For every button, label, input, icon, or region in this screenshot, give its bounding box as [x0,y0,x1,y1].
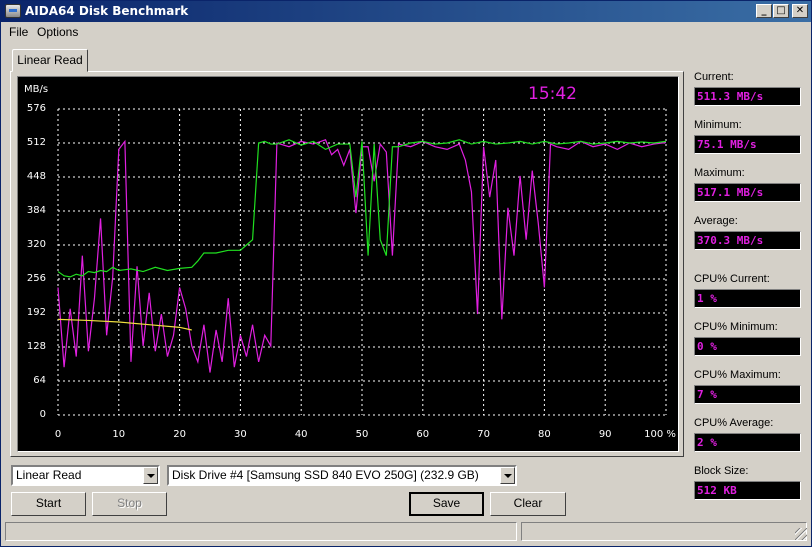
status-pane-main [5,522,517,541]
x-tick-label: 100 % [644,429,676,440]
test-type-select[interactable]: Linear Read [11,465,160,486]
y-tick-label: 128 [26,341,46,352]
menu-file[interactable]: File [9,25,28,39]
y-axis-unit-label: MB/s [24,84,49,95]
drive-value: Disk Drive #4 [Samsung SSD 840 EVO 250G]… [172,468,479,482]
stat-value: 75.1 MB/s [694,135,801,154]
app-icon [5,4,21,18]
stat-value: 7 % [694,385,801,404]
stat-label: Current: [694,71,734,83]
y-tick-label: 320 [26,239,46,250]
drive-select[interactable]: Disk Drive #4 [Samsung SSD 840 EVO 250G]… [167,465,517,486]
stat-value: 370.3 MB/s [694,231,801,250]
status-bar [3,522,809,542]
x-tick-label: 70 [477,429,490,440]
title-bar[interactable]: AIDA64 Disk Benchmark _ □ ✕ [1,1,811,22]
x-tick-label: 50 [355,429,369,440]
elapsed-time: 15:42 [528,84,577,104]
y-tick-label: 256 [26,273,46,284]
stat-label: CPU% Maximum: [694,369,781,381]
stat-label: Average: [694,215,738,227]
close-button[interactable]: ✕ [792,4,808,18]
stat-value: 511.3 MB/s [694,87,801,106]
menu-options[interactable]: Options [37,25,78,39]
benchmark-graph: MB/s 15:42 576 512 448 384 320 256 192 128 64 0 0… [17,76,679,452]
stat-value: 517.1 MB/s [694,183,801,202]
stat-value: 512 KB [694,481,801,500]
y-tick-label: 448 [26,171,46,182]
chevron-down-icon[interactable] [500,467,515,484]
clear-button[interactable]: Clear [490,492,566,516]
save-button[interactable]: Save [409,492,484,516]
y-tick-label: 192 [26,307,46,318]
stat-label: CPU% Minimum: [694,321,778,333]
y-tick-label: 576 [26,103,46,114]
stat-label: Block Size: [694,465,749,477]
stat-label: Minimum: [694,119,742,131]
x-tick-label: 60 [416,429,430,440]
test-type-value: Linear Read [16,468,82,482]
stat-value: 1 % [694,289,801,308]
stat-label: CPU% Current: [694,273,770,285]
x-tick-label: 90 [598,429,612,440]
x-tick-label: 20 [173,429,186,440]
x-tick-label: 80 [538,429,551,440]
stop-button[interactable]: Stop [92,492,167,516]
y-tick-label: 512 [26,137,46,148]
start-button[interactable]: Start [11,492,86,516]
x-tick-label: 30 [234,429,247,440]
stat-value: 0 % [694,337,801,356]
status-pane-secondary [521,522,807,541]
x-tick-label: 0 [54,429,62,440]
y-tick-label: 0 [39,409,46,420]
stat-label: Maximum: [694,167,745,179]
maximize-button[interactable]: □ [773,4,789,18]
menu-bar: File Options [1,22,811,42]
minimize-button[interactable]: _ [756,4,772,18]
tab-linear-read[interactable]: Linear Read [12,49,88,72]
graph-canvas [57,108,667,416]
x-tick-label: 40 [294,429,308,440]
y-tick-label: 384 [26,205,46,216]
chevron-down-icon[interactable] [143,467,158,484]
window-title: AIDA64 Disk Benchmark [25,4,189,18]
stat-label: CPU% Average: [694,417,774,429]
resize-grip-icon[interactable] [795,528,807,540]
y-tick-label: 64 [33,375,46,386]
benchmark-window: AIDA64 Disk Benchmark _ □ ✕ File Options… [0,0,812,547]
x-tick-label: 10 [112,429,126,440]
stat-value: 2 % [694,433,801,452]
